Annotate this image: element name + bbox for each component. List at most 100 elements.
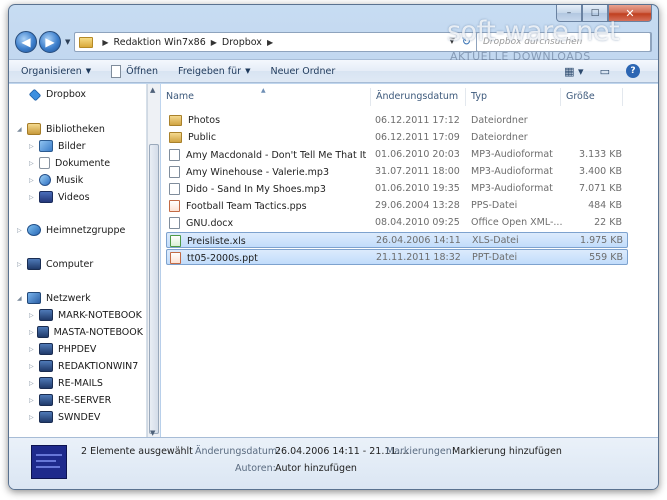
- documents-icon: [39, 157, 50, 169]
- nav-item-label: Dokumente: [55, 157, 111, 169]
- file-row[interactable]: Public 06.12.2011 17:09 Dateiordner: [166, 130, 628, 146]
- column-header-type[interactable]: Typ: [466, 88, 561, 106]
- collapse-arrow-icon[interactable]: ▷: [29, 397, 37, 404]
- collapse-arrow-icon[interactable]: ▷: [29, 346, 37, 353]
- file-row[interactable]: Dido - Sand In My Shoes.mp3 01.06.2010 19…: [166, 181, 628, 197]
- nav-item-label: SWNDEV: [58, 411, 101, 423]
- computer-icon: [39, 377, 53, 389]
- nav-item-network-host[interactable]: ▷ MARK-NOTEBOOK: [29, 309, 143, 321]
- toolbar-right: ▦ ▾ ▭ ?: [564, 64, 640, 78]
- scrollbar-thumb[interactable]: [149, 144, 159, 434]
- help-icon[interactable]: ?: [626, 64, 640, 78]
- address-history-dropdown[interactable]: ▼: [449, 36, 455, 45]
- nav-item-homegroup[interactable]: ▷ Heimnetzgruppe: [17, 224, 125, 236]
- column-header-name[interactable]: ▲ Name: [161, 87, 371, 106]
- file-list-scrollbar[interactable]: [647, 84, 658, 439]
- details-pane: 2 Elemente ausgewählt Änderungsdatum: 26…: [9, 437, 658, 489]
- nav-item-music[interactable]: ▷ Musik: [29, 174, 83, 186]
- file-size: 1.975 KB: [580, 235, 623, 246]
- nav-item-label: Heimnetzgruppe: [46, 224, 126, 236]
- xls-file-icon: [170, 235, 181, 247]
- scroll-up-icon[interactable]: ▲: [150, 86, 155, 94]
- address-bar[interactable]: ▶ Redaktion Win7x86 ▶ Dropbox ▶ ▼ ↻ Drop…: [74, 32, 652, 52]
- collapse-arrow-icon[interactable]: ▷: [29, 194, 37, 201]
- breadcrumb-dropbox[interactable]: Dropbox: [222, 37, 262, 48]
- collapse-arrow-icon[interactable]: ▷: [29, 363, 37, 370]
- file-name-cell: Public: [169, 132, 367, 143]
- folder-icon: [79, 36, 94, 48]
- file-name-cell: GNU.docx: [169, 217, 367, 229]
- file-row[interactable]: tt05-2000s.ppt 21.11.2011 18:32 PPT-Datei 5…: [166, 249, 628, 265]
- nav-item-documents[interactable]: ▷ Dokumente: [29, 157, 110, 169]
- chevron-right-icon[interactable]: ▶: [102, 38, 108, 47]
- computer-icon: [39, 411, 53, 423]
- details-authors-value[interactable]: Autor hinzufügen: [275, 463, 357, 474]
- nav-item-computer[interactable]: ▷ Computer: [17, 258, 93, 270]
- collapse-arrow-icon[interactable]: ▷: [29, 329, 35, 336]
- nav-item-network-host[interactable]: ▷ REDAKTIONWIN7: [29, 360, 143, 372]
- file-row[interactable]: Photos 06.12.2011 17:12 Dateiordner: [166, 113, 628, 129]
- navigation-scrollbar[interactable]: ▲ ▼: [147, 84, 160, 439]
- nav-item-network-host[interactable]: ▷ RE-SERVER: [29, 394, 143, 406]
- collapse-arrow-icon[interactable]: ▷: [29, 143, 37, 150]
- file-date: 26.04.2006 14:11: [376, 235, 461, 246]
- preview-pane-icon[interactable]: ▭: [600, 65, 610, 78]
- chevron-right-icon[interactable]: ▶: [211, 38, 217, 47]
- organize-button[interactable]: Organisieren ▼: [21, 66, 91, 77]
- nav-item-label: Dropbox: [46, 89, 87, 100]
- nav-item-label: PHPDEV: [58, 343, 97, 355]
- computer-icon: [39, 309, 53, 321]
- collapse-arrow-icon[interactable]: ▷: [17, 261, 25, 268]
- share-button[interactable]: Freigeben für ▼: [178, 66, 250, 77]
- collapse-arrow-icon[interactable]: ▷: [29, 380, 37, 387]
- nav-item-videos[interactable]: ▷ Videos: [29, 191, 90, 203]
- collapse-arrow-icon[interactable]: ▷: [29, 414, 37, 421]
- nav-item-network-host[interactable]: ▷ SWNDEV: [29, 411, 143, 423]
- open-button[interactable]: Öffnen: [111, 64, 158, 78]
- nav-item-network-host[interactable]: ▷ RE-MAILS: [29, 377, 143, 389]
- expand-arrow-icon[interactable]: ◢: [17, 126, 25, 133]
- nav-item-network-host[interactable]: ▷ MASTA-NOTEBOOK: [29, 326, 143, 338]
- file-name-cell: Preisliste.xls: [170, 235, 368, 247]
- file-row[interactable]: Amy Macdonald - Don't Tell Me That It's.…: [166, 147, 628, 163]
- forward-button[interactable]: ▶: [39, 31, 61, 53]
- file-row[interactable]: Football Team Tactics.pps 29.06.2004 13:2…: [166, 198, 628, 214]
- nav-item-network[interactable]: ◢ Netzwerk: [17, 292, 91, 304]
- column-header-size[interactable]: Größe: [561, 88, 623, 106]
- recent-pages-dropdown[interactable]: ▼: [65, 38, 70, 46]
- selection-count: 2 Elemente ausgewählt: [81, 446, 193, 457]
- nav-item-libraries[interactable]: ◢ Bibliotheken: [17, 123, 105, 135]
- back-button[interactable]: ◀: [15, 31, 37, 53]
- new-folder-button[interactable]: Neuer Ordner: [270, 66, 335, 77]
- file-row[interactable]: GNU.docx 08.04.2010 09:25 Office Open XML-…: [166, 215, 628, 231]
- file-name: Dido - Sand In My Shoes.mp3: [186, 183, 326, 195]
- minimize-button[interactable]: –: [556, 5, 582, 22]
- details-tags-value[interactable]: Markierung hinzufügen: [452, 446, 562, 457]
- nav-item-pictures[interactable]: ▷ Bilder: [29, 140, 86, 152]
- breadcrumb-redaktion[interactable]: Redaktion Win7x86: [114, 37, 206, 48]
- expand-arrow-icon[interactable]: ◢: [17, 295, 25, 302]
- collapse-arrow-icon[interactable]: ▷: [29, 160, 37, 167]
- nav-item-network-host[interactable]: ▷ PHPDEV: [29, 343, 143, 355]
- view-options-icon[interactable]: ▦ ▾: [564, 65, 583, 78]
- close-button[interactable]: ✕: [608, 5, 652, 22]
- file-type: MP3-Audioformat: [471, 183, 553, 194]
- file-row[interactable]: Preisliste.xls 26.04.2006 14:11 XLS-Datei 1…: [166, 232, 628, 248]
- file-type: Dateiordner: [471, 132, 528, 143]
- nav-item-dropbox[interactable]: Dropbox: [28, 88, 87, 101]
- refresh-icon[interactable]: ↻: [462, 35, 471, 48]
- share-label: Freigeben für: [178, 65, 242, 77]
- maximize-button[interactable]: □: [582, 5, 608, 22]
- chevron-right-icon[interactable]: ▶: [267, 38, 273, 47]
- search-input[interactable]: Dropbox durchsuchen: [476, 32, 651, 52]
- file-row[interactable]: Amy Winehouse - Valerie.mp3 31.07.2011 18…: [166, 164, 628, 180]
- caret-down-icon: ▼: [85, 67, 92, 75]
- document-icon: [111, 64, 122, 78]
- ppt-file-icon: [170, 252, 181, 264]
- collapse-arrow-icon[interactable]: ▷: [29, 312, 37, 319]
- collapse-arrow-icon[interactable]: ▷: [29, 177, 37, 184]
- column-header-date[interactable]: Änderungsdatum: [371, 88, 466, 106]
- collapse-arrow-icon[interactable]: ▷: [17, 227, 25, 234]
- computer-icon: [37, 326, 49, 338]
- scroll-down-icon[interactable]: ▼: [150, 429, 155, 437]
